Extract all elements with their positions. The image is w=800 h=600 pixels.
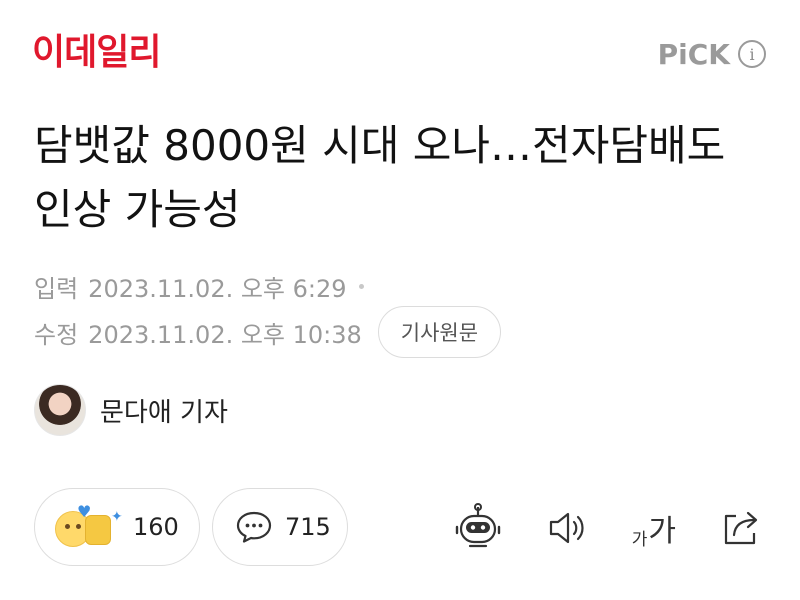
reporter-name[interactable]: 문다애 기자 bbox=[100, 392, 228, 429]
font-large-label: 가 bbox=[648, 514, 676, 549]
reaction-count: 160 bbox=[133, 513, 179, 541]
brand-logo[interactable]: 이데일리 bbox=[32, 30, 161, 76]
published-date: 2023.11.02. 오후 6:29 bbox=[88, 274, 347, 303]
reporter-info[interactable]: 문다애 기자 bbox=[34, 382, 228, 438]
original-article-button[interactable]: 기사원문 bbox=[377, 306, 502, 358]
share-icon[interactable] bbox=[720, 508, 764, 548]
article-headline: 담뱃값 8000원 시대 오나…전자담배도 인상 가능성 bbox=[34, 121, 726, 234]
font-size-icon[interactable]: 가 가 bbox=[632, 506, 676, 550]
reaction-emoji-icon: ♥ ✦ bbox=[55, 504, 123, 549]
speaker-icon[interactable] bbox=[546, 508, 588, 548]
thumbs-up-icon bbox=[85, 515, 111, 545]
pick-badge[interactable]: PiCK i bbox=[658, 36, 766, 72]
comment-bubble-icon bbox=[235, 510, 273, 544]
published-row: 입력 2023.11.02. 오후 6:29 bbox=[34, 266, 364, 306]
font-small-label: 가 bbox=[631, 530, 648, 550]
modified-label: 수정 bbox=[34, 320, 79, 349]
sparkle-icon: ✦ bbox=[111, 509, 123, 525]
reaction-button[interactable]: ♥ ✦ 160 bbox=[34, 488, 200, 566]
modified-date: 2023.11.02. 오후 10:38 bbox=[88, 320, 362, 349]
published-label: 입력 bbox=[34, 274, 79, 303]
comments-count: 715 bbox=[285, 513, 331, 541]
reporter-avatar[interactable] bbox=[34, 384, 86, 436]
pick-label: PiCK bbox=[657, 37, 730, 71]
article-toolbar: 가 가 bbox=[454, 500, 764, 556]
modified-row: 수정 2023.11.02. 오후 10:38 기사원문 bbox=[34, 306, 502, 358]
robot-summary-icon[interactable] bbox=[454, 503, 502, 553]
info-icon[interactable]: i bbox=[738, 40, 766, 68]
separator-dot bbox=[358, 283, 364, 289]
comments-button[interactable]: 715 bbox=[212, 488, 348, 566]
